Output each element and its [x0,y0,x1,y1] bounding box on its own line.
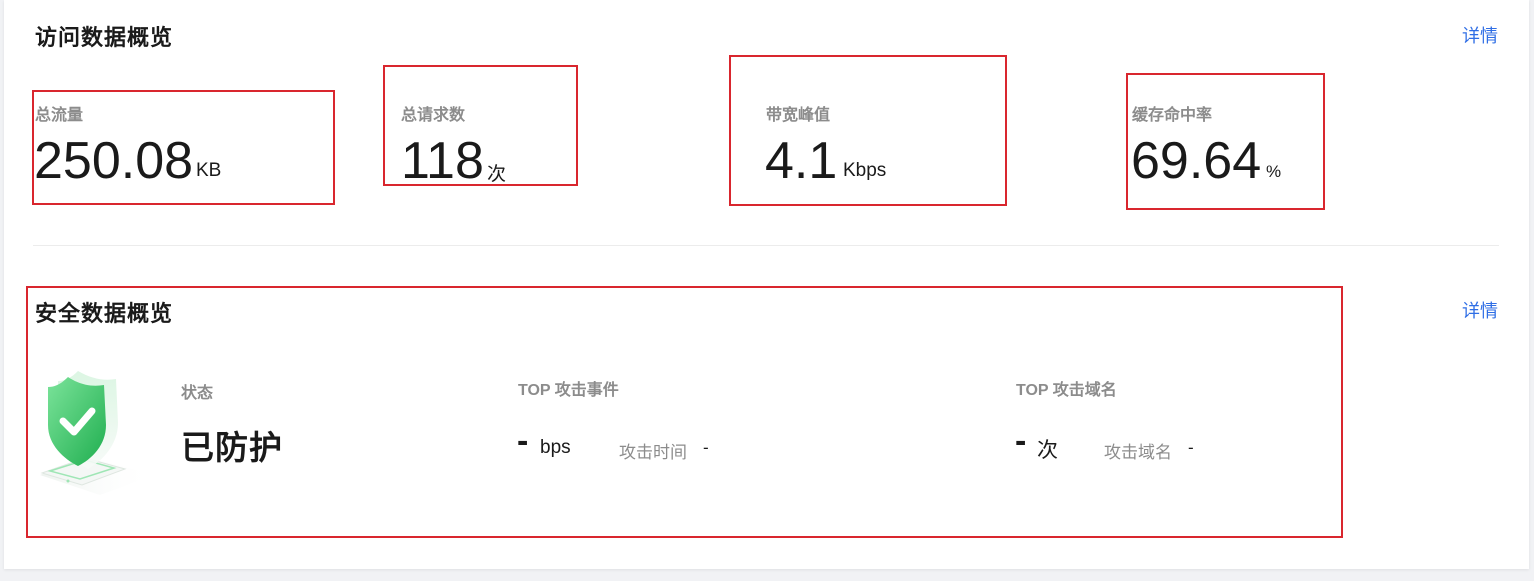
cache-hit-rate-label: 缓存命中率 [1132,107,1213,124]
overview-card: 访问数据概览 详情 总流量 250.08 KB 总请求数 118 次 带宽峰值 … [4,0,1529,569]
top-attack-domain-label: TOP 攻击域名 [1016,382,1117,399]
top-attack-event-label: TOP 攻击事件 [518,382,619,399]
top-attack-domain-unit: 次 [1037,439,1058,462]
total-traffic-label: 总流量 [35,107,84,124]
bandwidth-peak-unit: Kbps [843,160,887,181]
bandwidth-peak-value: 4.1 [765,132,838,190]
status-value: 已防护 [181,429,283,466]
section-divider [33,245,1499,246]
attack-domain-label: 攻击域名 [1104,443,1172,462]
cache-hit-rate-value: 69.64 [1131,132,1262,190]
total-traffic-unit: KB [196,160,222,181]
top-attack-event-unit: bps [540,437,571,458]
attack-time-label: 攻击时间 [619,443,687,462]
highlight-security-overview [26,286,1343,538]
attack-domain-value: - [1188,438,1194,457]
total-traffic-value: 250.08 [34,132,194,190]
access-detail-link[interactable]: 详情 [1462,22,1498,48]
status-label: 状态 [181,385,214,402]
security-detail-link[interactable]: 详情 [1462,297,1498,323]
shield-check-icon [40,371,155,495]
access-overview-title: 访问数据概览 [35,25,174,50]
bandwidth-peak-label: 带宽峰值 [766,107,831,124]
cache-hit-rate-unit: % [1266,162,1282,181]
total-requests-unit: 次 [487,164,507,185]
attack-time-value: - [703,438,709,457]
total-requests-value: 118 [401,132,484,190]
security-overview-title: 安全数据概览 [35,301,174,326]
top-attack-domain-value: - [1015,422,1027,460]
total-requests-label: 总请求数 [401,107,466,124]
top-attack-event-value: - [517,422,529,460]
